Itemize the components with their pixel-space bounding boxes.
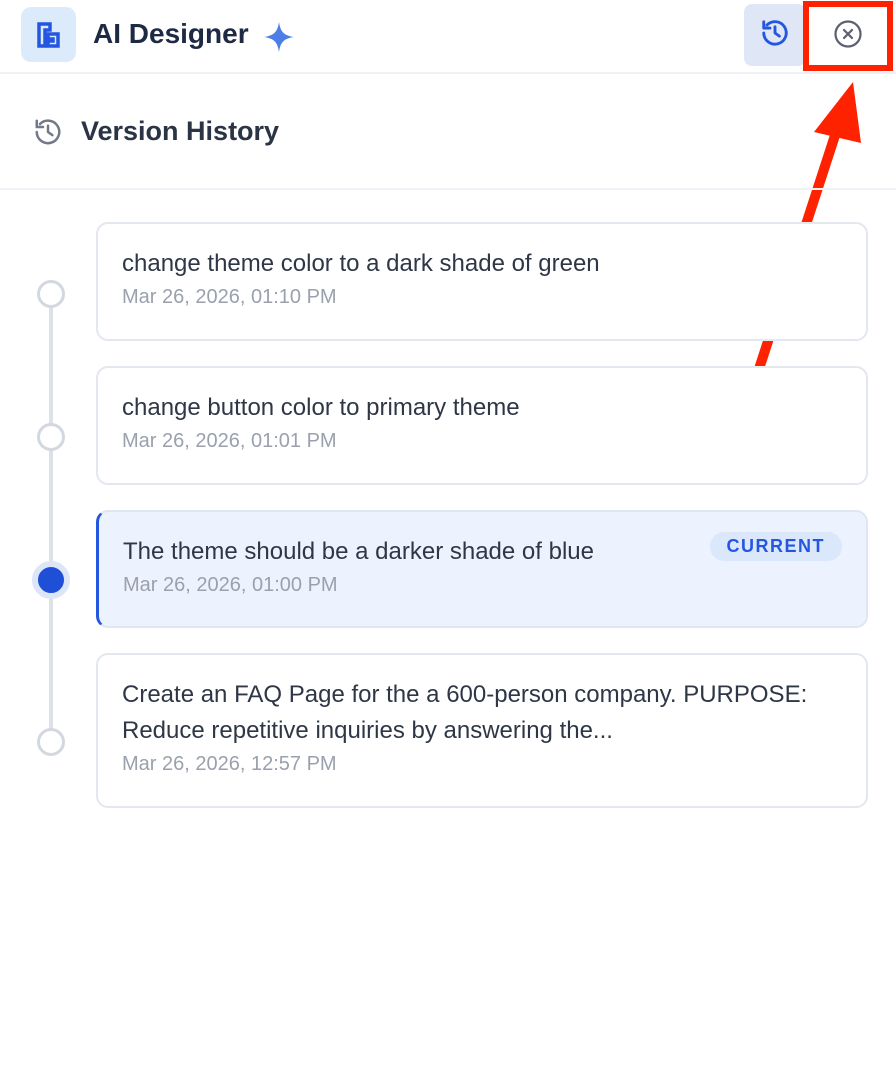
version-timestamp: Mar 26, 2026, 12:57 PM (122, 753, 337, 775)
version-history-header: Version History (0, 76, 896, 190)
version-card[interactable]: Create an FAQ Page for the a 600-person … (96, 653, 868, 808)
close-button[interactable] (818, 8, 878, 64)
timeline-line (49, 296, 53, 744)
history-button[interactable] (744, 4, 806, 66)
version-title: change button color to primary theme (122, 394, 520, 421)
timeline-dot (37, 728, 65, 756)
version-title: Create an FAQ Page for the a 600-person … (122, 681, 808, 744)
version-title: change theme color to a dark shade of gr… (122, 250, 600, 277)
timeline-dot (37, 280, 65, 308)
sparkle-icon (263, 21, 295, 58)
version-timestamp: Mar 26, 2026, 01:01 PM (122, 430, 337, 452)
version-card-current[interactable]: The theme should be a darker shade of bl… (96, 510, 868, 628)
version-timestamp: Mar 26, 2026, 01:10 PM (122, 286, 337, 308)
version-timestamp: Mar 26, 2026, 01:00 PM (123, 574, 338, 596)
current-badge: CURRENT (709, 532, 842, 561)
version-card[interactable]: change theme color to a dark shade of gr… (96, 222, 868, 341)
top-bar: AI Designer (0, 0, 896, 74)
history-icon (760, 18, 790, 53)
app-title: AI Designer (93, 18, 249, 49)
timeline-dot (37, 423, 65, 451)
close-circle-icon (833, 19, 863, 54)
version-card[interactable]: change button color to primary theme Mar… (96, 366, 868, 485)
section-title: Version History (81, 116, 280, 146)
app-logo-icon[interactable] (21, 7, 76, 62)
timeline-dot-current (32, 561, 70, 599)
history-icon (33, 117, 63, 152)
